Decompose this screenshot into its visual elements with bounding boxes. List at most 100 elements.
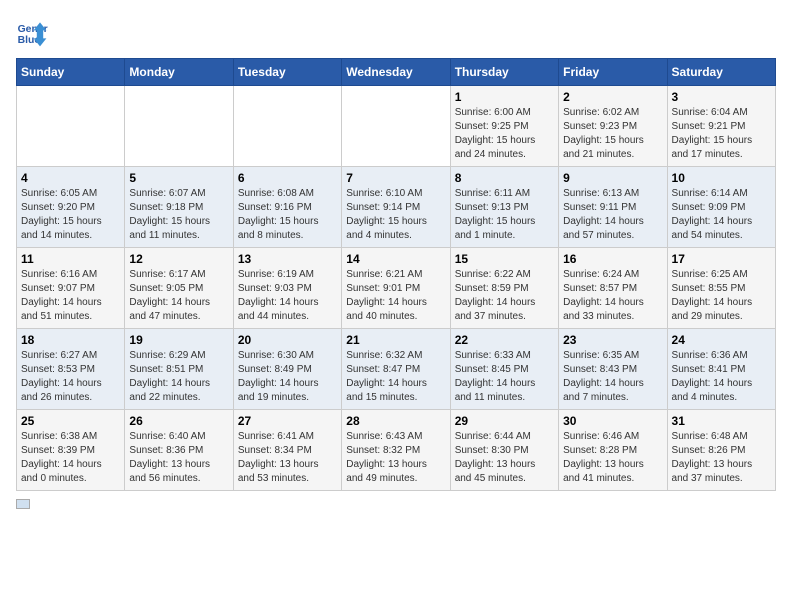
calendar-cell: 3 Sunrise: 6:04 AM Sunset: 9:21 PM Daylig… — [667, 86, 775, 167]
day-info: Sunrise: 6:44 AM Sunset: 8:30 PM Dayligh… — [455, 430, 554, 486]
header-day-tuesday: Tuesday — [233, 59, 341, 86]
header-day-sunday: Sunday — [17, 59, 125, 86]
day-number: 25 — [21, 414, 120, 428]
day-info: Sunrise: 6:13 AM Sunset: 9:11 PM Dayligh… — [563, 187, 662, 243]
calendar-cell — [17, 86, 125, 167]
day-info: Sunrise: 6:22 AM Sunset: 8:59 PM Dayligh… — [455, 268, 554, 324]
calendar-week-row: 4 Sunrise: 6:05 AM Sunset: 9:20 PM Daylig… — [17, 167, 776, 248]
day-info: Sunrise: 6:17 AM Sunset: 9:05 PM Dayligh… — [129, 268, 228, 324]
calendar-cell: 18Sunrise: 6:27 AM Sunset: 8:53 PM Dayli… — [17, 329, 125, 410]
calendar-cell: 25 Sunrise: 6:38 AM Sunset: 8:39 PM Dayli… — [17, 410, 125, 491]
calendar-cell — [125, 86, 233, 167]
day-info: Sunrise: 6:00 AM Sunset: 9:25 PM Dayligh… — [455, 106, 554, 162]
day-number: 10 — [672, 171, 771, 185]
calendar-cell: 20 Sunrise: 6:30 AM Sunset: 8:49 PM Dayli… — [233, 329, 341, 410]
day-info: Sunrise: 6:41 AM Sunset: 8:34 PM Dayligh… — [238, 430, 337, 486]
logo: General Blue — [16, 16, 52, 48]
day-info: Sunrise: 6:27 AM Sunset: 8:53 PM Dayligh… — [21, 349, 120, 405]
day-info: Sunrise: 6:35 AM Sunset: 8:43 PM Dayligh… — [563, 349, 662, 405]
legend-item — [16, 499, 34, 509]
day-info: Sunrise: 6:43 AM Sunset: 8:32 PM Dayligh… — [346, 430, 445, 486]
day-number: 3 — [672, 90, 771, 104]
day-number: 31 — [672, 414, 771, 428]
day-number: 15 — [455, 252, 554, 266]
calendar-week-row: 25 Sunrise: 6:38 AM Sunset: 8:39 PM Dayli… — [17, 410, 776, 491]
day-info: Sunrise: 6:11 AM Sunset: 9:13 PM Dayligh… — [455, 187, 554, 243]
day-number: 23 — [563, 333, 662, 347]
header-day-wednesday: Wednesday — [342, 59, 450, 86]
day-info: Sunrise: 6:08 AM Sunset: 9:16 PM Dayligh… — [238, 187, 337, 243]
day-number: 13 — [238, 252, 337, 266]
day-number: 28 — [346, 414, 445, 428]
day-number: 14 — [346, 252, 445, 266]
calendar-cell: 26Sunrise: 6:40 AM Sunset: 8:36 PM Dayli… — [125, 410, 233, 491]
calendar-cell: 6 Sunrise: 6:08 AM Sunset: 9:16 PM Daylig… — [233, 167, 341, 248]
day-info: Sunrise: 6:02 AM Sunset: 9:23 PM Dayligh… — [563, 106, 662, 162]
day-number: 8 — [455, 171, 554, 185]
day-number: 22 — [455, 333, 554, 347]
header-day-monday: Monday — [125, 59, 233, 86]
day-info: Sunrise: 6:04 AM Sunset: 9:21 PM Dayligh… — [672, 106, 771, 162]
day-number: 30 — [563, 414, 662, 428]
calendar-cell: 8 Sunrise: 6:11 AM Sunset: 9:13 PM Daylig… — [450, 167, 558, 248]
day-info: Sunrise: 6:36 AM Sunset: 8:41 PM Dayligh… — [672, 349, 771, 405]
calendar-cell: 28 Sunrise: 6:43 AM Sunset: 8:32 PM Dayli… — [342, 410, 450, 491]
calendar-cell: 1Sunrise: 6:00 AM Sunset: 9:25 PM Daylig… — [450, 86, 558, 167]
calendar-week-row: 18Sunrise: 6:27 AM Sunset: 8:53 PM Dayli… — [17, 329, 776, 410]
day-info: Sunrise: 6:16 AM Sunset: 9:07 PM Dayligh… — [21, 268, 120, 324]
day-info: Sunrise: 6:19 AM Sunset: 9:03 PM Dayligh… — [238, 268, 337, 324]
calendar-cell: 30 Sunrise: 6:46 AM Sunset: 8:28 PM Dayli… — [559, 410, 667, 491]
calendar-cell: 27Sunrise: 6:41 AM Sunset: 8:34 PM Dayli… — [233, 410, 341, 491]
day-info: Sunrise: 6:10 AM Sunset: 9:14 PM Dayligh… — [346, 187, 445, 243]
day-number: 6 — [238, 171, 337, 185]
day-info: Sunrise: 6:38 AM Sunset: 8:39 PM Dayligh… — [21, 430, 120, 486]
header: General Blue — [16, 16, 776, 48]
day-info: Sunrise: 6:14 AM Sunset: 9:09 PM Dayligh… — [672, 187, 771, 243]
day-number: 12 — [129, 252, 228, 266]
calendar-cell: 23 Sunrise: 6:35 AM Sunset: 8:43 PM Dayli… — [559, 329, 667, 410]
calendar-cell — [233, 86, 341, 167]
calendar-cell: 10 Sunrise: 6:14 AM Sunset: 9:09 PM Dayli… — [667, 167, 775, 248]
day-number: 17 — [672, 252, 771, 266]
calendar-cell: 4 Sunrise: 6:05 AM Sunset: 9:20 PM Daylig… — [17, 167, 125, 248]
calendar-week-row: 1Sunrise: 6:00 AM Sunset: 9:25 PM Daylig… — [17, 86, 776, 167]
day-info: Sunrise: 6:24 AM Sunset: 8:57 PM Dayligh… — [563, 268, 662, 324]
day-info: Sunrise: 6:30 AM Sunset: 8:49 PM Dayligh… — [238, 349, 337, 405]
day-info: Sunrise: 6:25 AM Sunset: 8:55 PM Dayligh… — [672, 268, 771, 324]
day-info: Sunrise: 6:33 AM Sunset: 8:45 PM Dayligh… — [455, 349, 554, 405]
logo-icon: General Blue — [16, 16, 48, 48]
calendar-cell: 12 Sunrise: 6:17 AM Sunset: 9:05 PM Dayli… — [125, 248, 233, 329]
calendar-table: SundayMondayTuesdayWednesdayThursdayFrid… — [16, 58, 776, 491]
day-info: Sunrise: 6:46 AM Sunset: 8:28 PM Dayligh… — [563, 430, 662, 486]
calendar-cell: 14 Sunrise: 6:21 AM Sunset: 9:01 PM Dayli… — [342, 248, 450, 329]
calendar-cell: 15 Sunrise: 6:22 AM Sunset: 8:59 PM Dayli… — [450, 248, 558, 329]
day-info: Sunrise: 6:48 AM Sunset: 8:26 PM Dayligh… — [672, 430, 771, 486]
calendar-cell: 16Sunrise: 6:24 AM Sunset: 8:57 PM Dayli… — [559, 248, 667, 329]
calendar-cell: 11 Sunrise: 6:16 AM Sunset: 9:07 PM Dayli… — [17, 248, 125, 329]
day-info: Sunrise: 6:32 AM Sunset: 8:47 PM Dayligh… — [346, 349, 445, 405]
day-number: 26 — [129, 414, 228, 428]
day-number: 9 — [563, 171, 662, 185]
calendar-cell: 5Sunrise: 6:07 AM Sunset: 9:18 PM Daylig… — [125, 167, 233, 248]
calendar-cell — [342, 86, 450, 167]
calendar-cell: 2 Sunrise: 6:02 AM Sunset: 9:23 PM Daylig… — [559, 86, 667, 167]
day-number: 24 — [672, 333, 771, 347]
calendar-cell: 24 Sunrise: 6:36 AM Sunset: 8:41 PM Dayli… — [667, 329, 775, 410]
day-number: 29 — [455, 414, 554, 428]
legend-color-box — [16, 499, 30, 509]
day-number: 20 — [238, 333, 337, 347]
day-info: Sunrise: 6:05 AM Sunset: 9:20 PM Dayligh… — [21, 187, 120, 243]
calendar-cell: 13 Sunrise: 6:19 AM Sunset: 9:03 PM Dayli… — [233, 248, 341, 329]
calendar-cell: 21Sunrise: 6:32 AM Sunset: 8:47 PM Dayli… — [342, 329, 450, 410]
day-info: Sunrise: 6:21 AM Sunset: 9:01 PM Dayligh… — [346, 268, 445, 324]
day-number: 7 — [346, 171, 445, 185]
header-day-friday: Friday — [559, 59, 667, 86]
day-number: 4 — [21, 171, 120, 185]
day-number: 2 — [563, 90, 662, 104]
calendar-header-row: SundayMondayTuesdayWednesdayThursdayFrid… — [17, 59, 776, 86]
day-number: 19 — [129, 333, 228, 347]
calendar-cell: 17 Sunrise: 6:25 AM Sunset: 8:55 PM Dayli… — [667, 248, 775, 329]
calendar-cell: 31 Sunrise: 6:48 AM Sunset: 8:26 PM Dayli… — [667, 410, 775, 491]
day-number: 11 — [21, 252, 120, 266]
header-day-saturday: Saturday — [667, 59, 775, 86]
